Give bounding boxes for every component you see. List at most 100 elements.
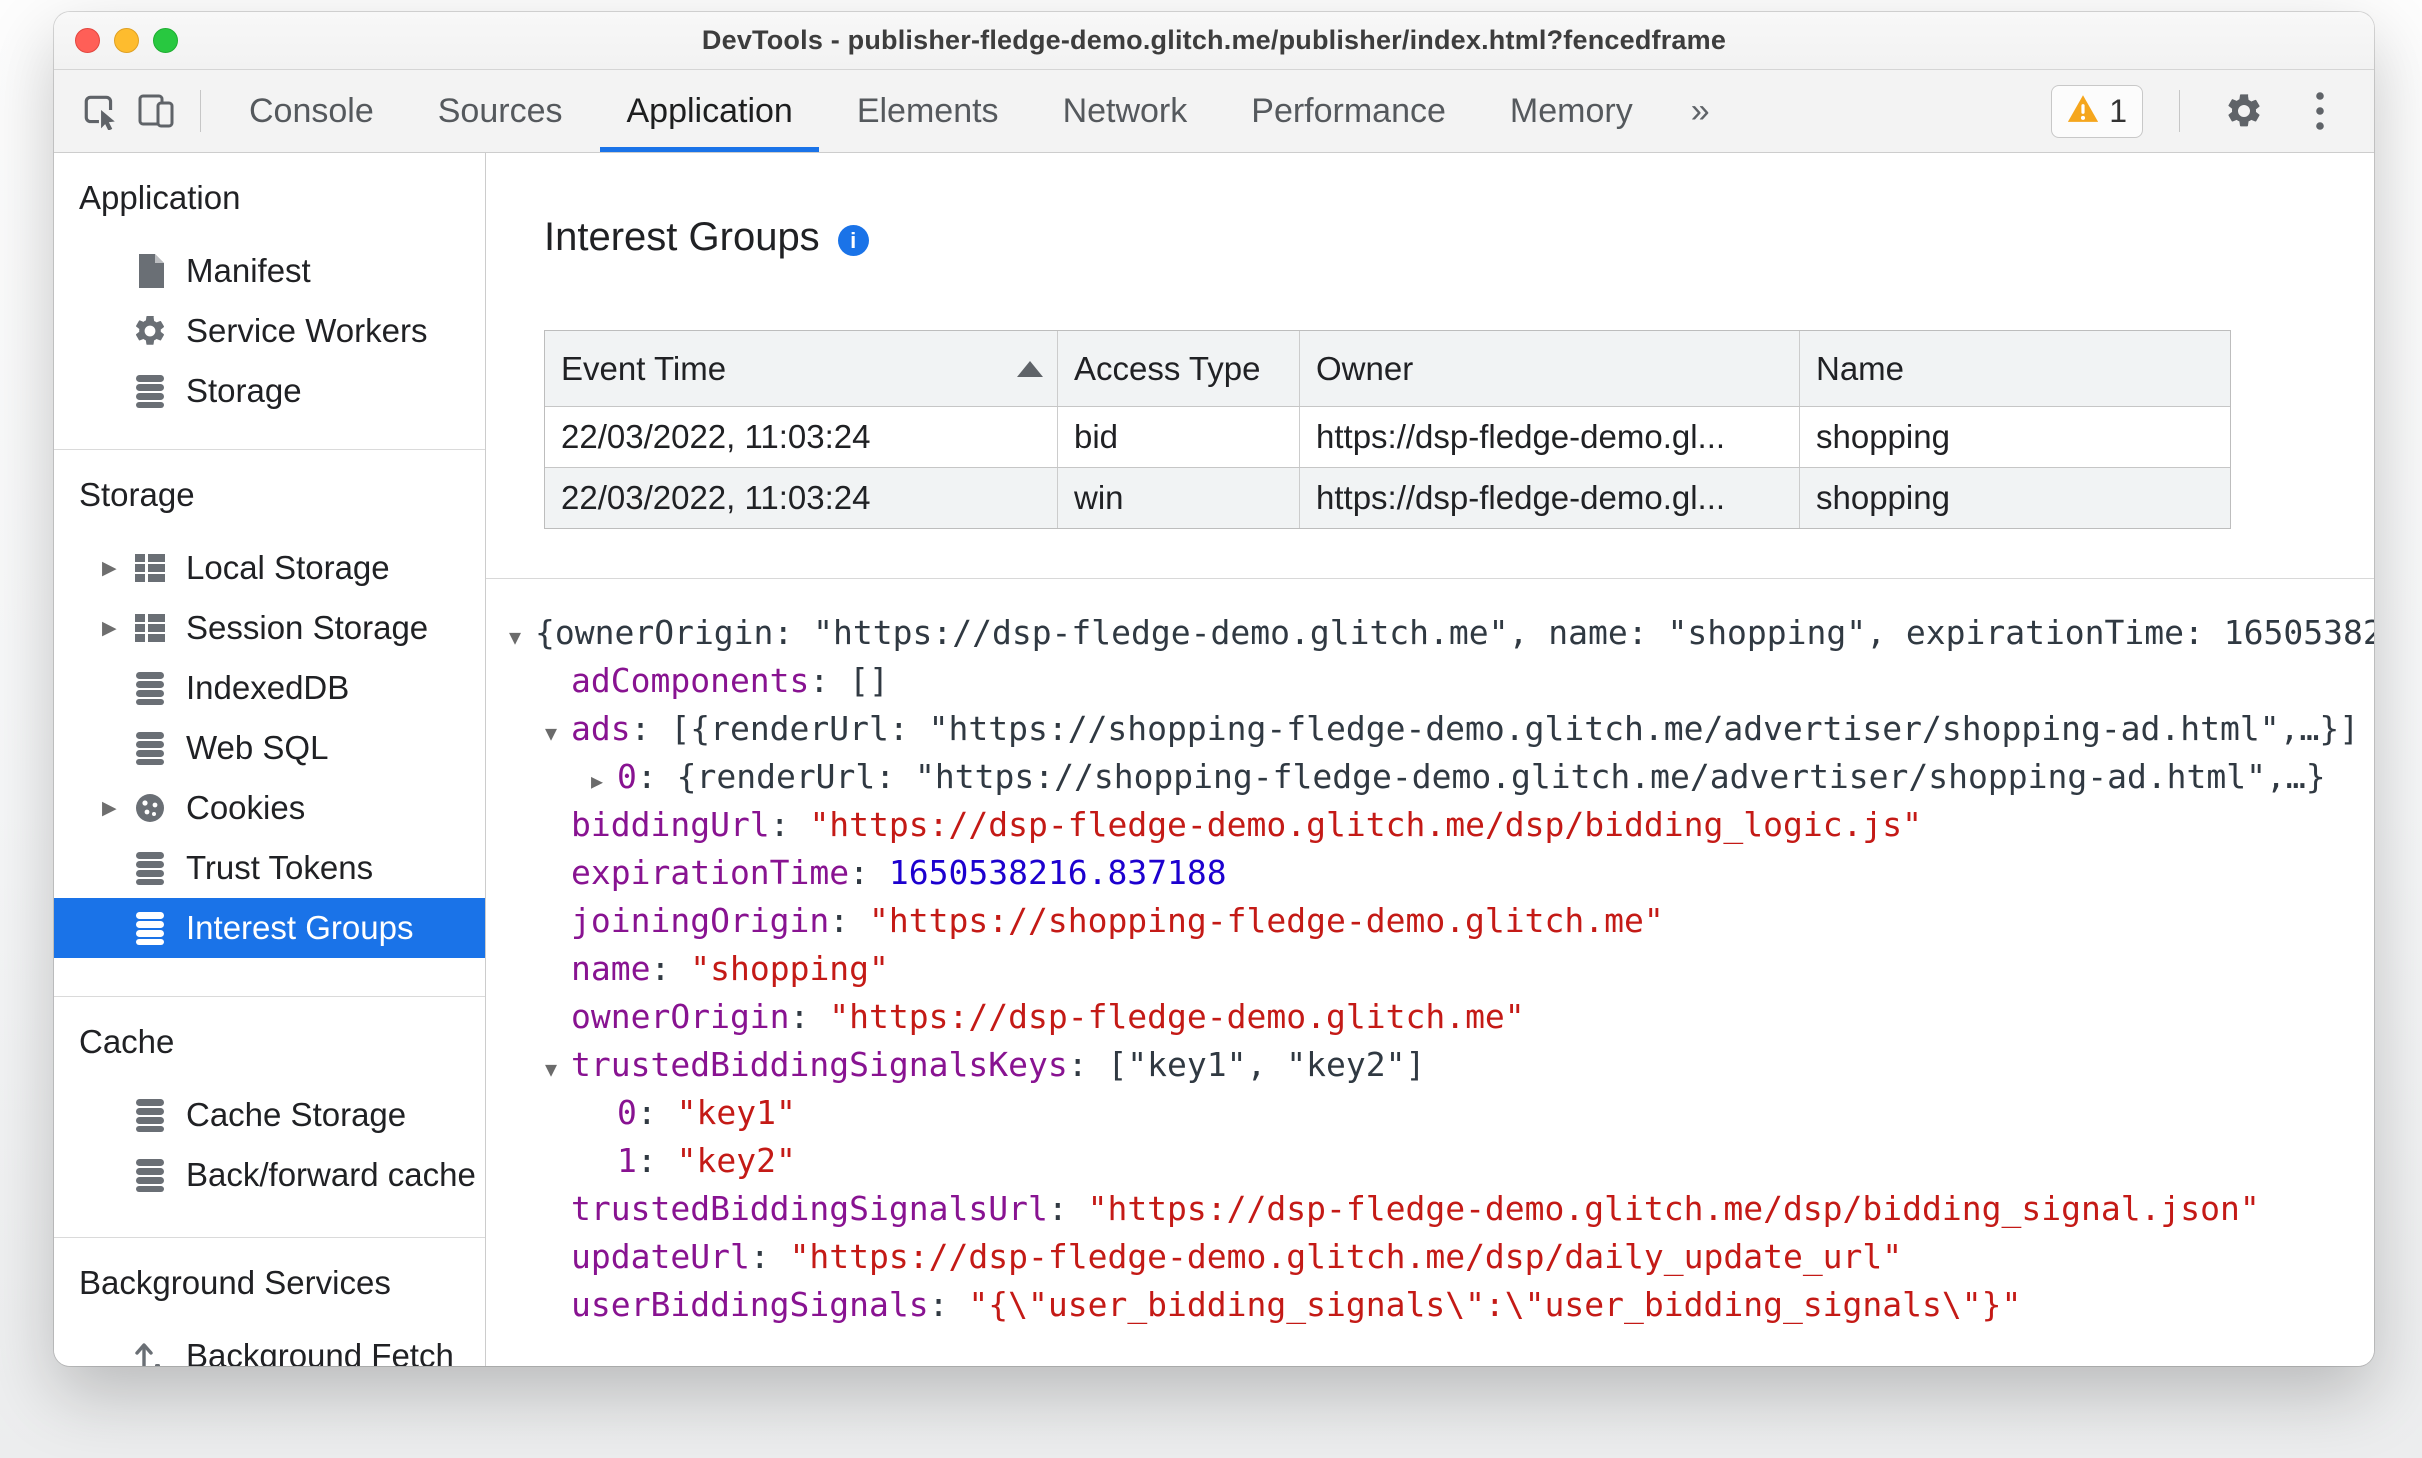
sidebar-item-interest-groups[interactable]: Interest Groups	[54, 898, 485, 958]
three-dot-menu-button[interactable]	[2292, 83, 2348, 139]
expander-arrow-icon[interactable]: ▶	[102, 797, 130, 820]
sidebar-item-trust-tokens[interactable]: Trust Tokens	[54, 838, 485, 898]
tree-line: ▶ 0: {renderUrl: "https://shopping-fledge…	[486, 753, 2374, 801]
inspect-cursor-button[interactable]	[72, 83, 128, 139]
sidebar-item-label: Service Workers	[186, 312, 428, 349]
tree-line: biddingUrl: "https://dsp-fledge-demo.gli…	[486, 801, 2374, 849]
tree-line: ownerOrigin: "https://dsp-fledge-demo.gl…	[486, 993, 2374, 1041]
column-header-label: Access Type	[1074, 350, 1261, 387]
table-row[interactable]: 22/03/2022, 11:03:24 bid https://dsp-fledg…	[545, 407, 2230, 468]
tree-value-plain: :	[849, 853, 889, 892]
tree-value-plain: : [{renderUrl: "https://shopping-fledge-…	[630, 709, 2360, 748]
tree-line: joiningOrigin: "https://shopping-fledge-…	[486, 897, 2374, 945]
tree-value-string: "{\"user_bidding_signals\":\"user_biddin…	[968, 1285, 2022, 1324]
tree-value-key: ownerOrigin	[571, 997, 790, 1036]
info-icon[interactable]: i	[837, 225, 869, 256]
tree-value-string: "shopping"	[690, 949, 889, 988]
toolbar-separator	[200, 90, 201, 132]
tree-value-string: "key2"	[676, 1141, 796, 1180]
tree-value-string: "https://dsp-fledge-demo.glitch.me/dsp/b…	[809, 805, 1923, 844]
tree-value-plain: :	[650, 949, 691, 988]
sidebar-item-cache-storage[interactable]: Cache Storage	[54, 1085, 485, 1145]
sidebar-item-manifest[interactable]: Manifest	[54, 241, 485, 301]
sidebar-section-title: Cache	[79, 1023, 175, 1060]
sidebar-item-indexeddb[interactable]: IndexedDB	[54, 658, 485, 718]
tree-value-plain: : {renderUrl: "https://shopping-fledge-d…	[636, 757, 2326, 796]
settings-gear-button[interactable]	[2216, 83, 2272, 139]
desktop-background: DevTools - publisher-fledge-demo.glitch.…	[0, 0, 2422, 1458]
fetch-icon	[130, 1338, 170, 1366]
table-row[interactable]: 22/03/2022, 11:03:24 win https://dsp-fledg…	[545, 468, 2230, 528]
tree-line: trustedBiddingSignalsUrl: "https://dsp-f…	[486, 1185, 2374, 1233]
sidebar-item-label: Back/forward cache	[186, 1156, 476, 1193]
database-icon	[130, 1097, 170, 1133]
sort-ascending-icon	[1017, 361, 1043, 377]
tab-sources[interactable]: Sources	[406, 70, 595, 152]
column-header-owner[interactable]: Owner	[1300, 331, 1800, 406]
tree-line: userBiddingSignals: "{\"user_bidding_sig…	[486, 1281, 2374, 1329]
close-button[interactable]	[75, 28, 100, 53]
toolbar-separator	[2179, 90, 2180, 132]
sidebar-item-cookies[interactable]: ▶ Cookies	[54, 778, 485, 838]
expanded-arrow-icon[interactable]: ▼	[545, 709, 571, 757]
sidebar-item-background-fetch[interactable]: Background Fetch	[54, 1326, 485, 1366]
tab-console[interactable]: Console	[217, 70, 406, 152]
more-tabs-button[interactable]: »	[1665, 92, 1736, 131]
tree-value-key: trustedBiddingSignalsKeys	[571, 1045, 1068, 1084]
sidebar-item-label: Storage	[186, 372, 302, 409]
issues-badge[interactable]: 1	[2051, 84, 2143, 138]
cookie-icon	[130, 791, 170, 825]
window-title: DevTools - publisher-fledge-demo.glitch.…	[701, 25, 1727, 55]
tree-value-string: "https://dsp-fledge-demo.glitch.me/dsp/d…	[789, 1237, 1903, 1276]
device-toolbar-button[interactable]	[128, 83, 184, 139]
cell-event-time: 22/03/2022, 11:03:24	[545, 468, 1058, 528]
tree-value-key: userBiddingSignals	[571, 1285, 929, 1324]
cell-name: shopping	[1800, 468, 2230, 528]
sidebar-item-session-storage[interactable]: ▶ Session Storage	[54, 598, 485, 658]
expander-arrow-icon[interactable]: ▶	[102, 557, 130, 580]
column-header-access-type[interactable]: Access Type	[1058, 331, 1300, 406]
tab-memory[interactable]: Memory	[1478, 70, 1665, 152]
expander-arrow-icon[interactable]: ▶	[102, 617, 130, 640]
tab-performance[interactable]: Performance	[1219, 70, 1478, 152]
tree-value-plain: :	[928, 1285, 969, 1324]
sidebar-section-application: Application Manifest Service Workers Storag…	[54, 153, 485, 450]
tab-network[interactable]: Network	[1031, 70, 1220, 152]
tree-value-key: joiningOrigin	[571, 901, 830, 940]
sidebar-item-back-forward-cache[interactable]: Back/forward cache	[54, 1145, 485, 1205]
tree-line: 0: "key1"	[486, 1089, 2374, 1137]
column-header-label: Owner	[1316, 350, 1414, 387]
sidebar-item-label: Local Storage	[186, 549, 390, 586]
tree-value-key: 0	[617, 1093, 637, 1132]
collapsed-arrow-icon[interactable]: ▶	[591, 757, 617, 805]
sidebar-item-label: Cache Storage	[186, 1096, 407, 1133]
tree-value-key: biddingUrl	[571, 805, 770, 844]
sidebar-item-storage[interactable]: Storage	[54, 361, 485, 421]
expanded-arrow-icon[interactable]: ▼	[545, 1045, 571, 1093]
tree-value-plain: :	[769, 805, 810, 844]
tab-application[interactable]: Application	[594, 70, 824, 152]
sidebar-item-local-storage[interactable]: ▶ Local Storage	[54, 538, 485, 598]
panel-divider	[486, 578, 2374, 579]
table-header-row: Event Time Access Type Owner Name	[545, 331, 2230, 407]
window-controls	[75, 12, 178, 69]
sidebar-section-storage: Storage ▶ Local Storage ▶ Session Storage Ind…	[54, 450, 485, 997]
tree-value-key: updateUrl	[571, 1237, 750, 1276]
expanded-arrow-icon[interactable]: ▼	[509, 613, 535, 661]
column-header-name[interactable]: Name	[1800, 331, 2230, 406]
zoom-button[interactable]	[153, 28, 178, 53]
column-header-event-time[interactable]: Event Time	[545, 331, 1058, 406]
tree-value-key: 0	[617, 757, 637, 796]
sidebar-item-web-sql[interactable]: Web SQL	[54, 718, 485, 778]
database-icon	[130, 850, 170, 886]
minimize-button[interactable]	[114, 28, 139, 53]
tree-line: ▼ {ownerOrigin: "https://dsp-fledge-demo.…	[486, 609, 2374, 657]
sidebar-section-title: Storage	[79, 476, 195, 513]
tree-value-key: name	[571, 949, 651, 988]
tree-value-plain: :	[749, 1237, 790, 1276]
tab-elements[interactable]: Elements	[825, 70, 1031, 152]
sidebar-item-service-workers[interactable]: Service Workers	[54, 301, 485, 361]
tree-value-key: expirationTime	[571, 853, 850, 892]
tree-line: name: "shopping"	[486, 945, 2374, 993]
cell-access-type: bid	[1058, 407, 1300, 467]
